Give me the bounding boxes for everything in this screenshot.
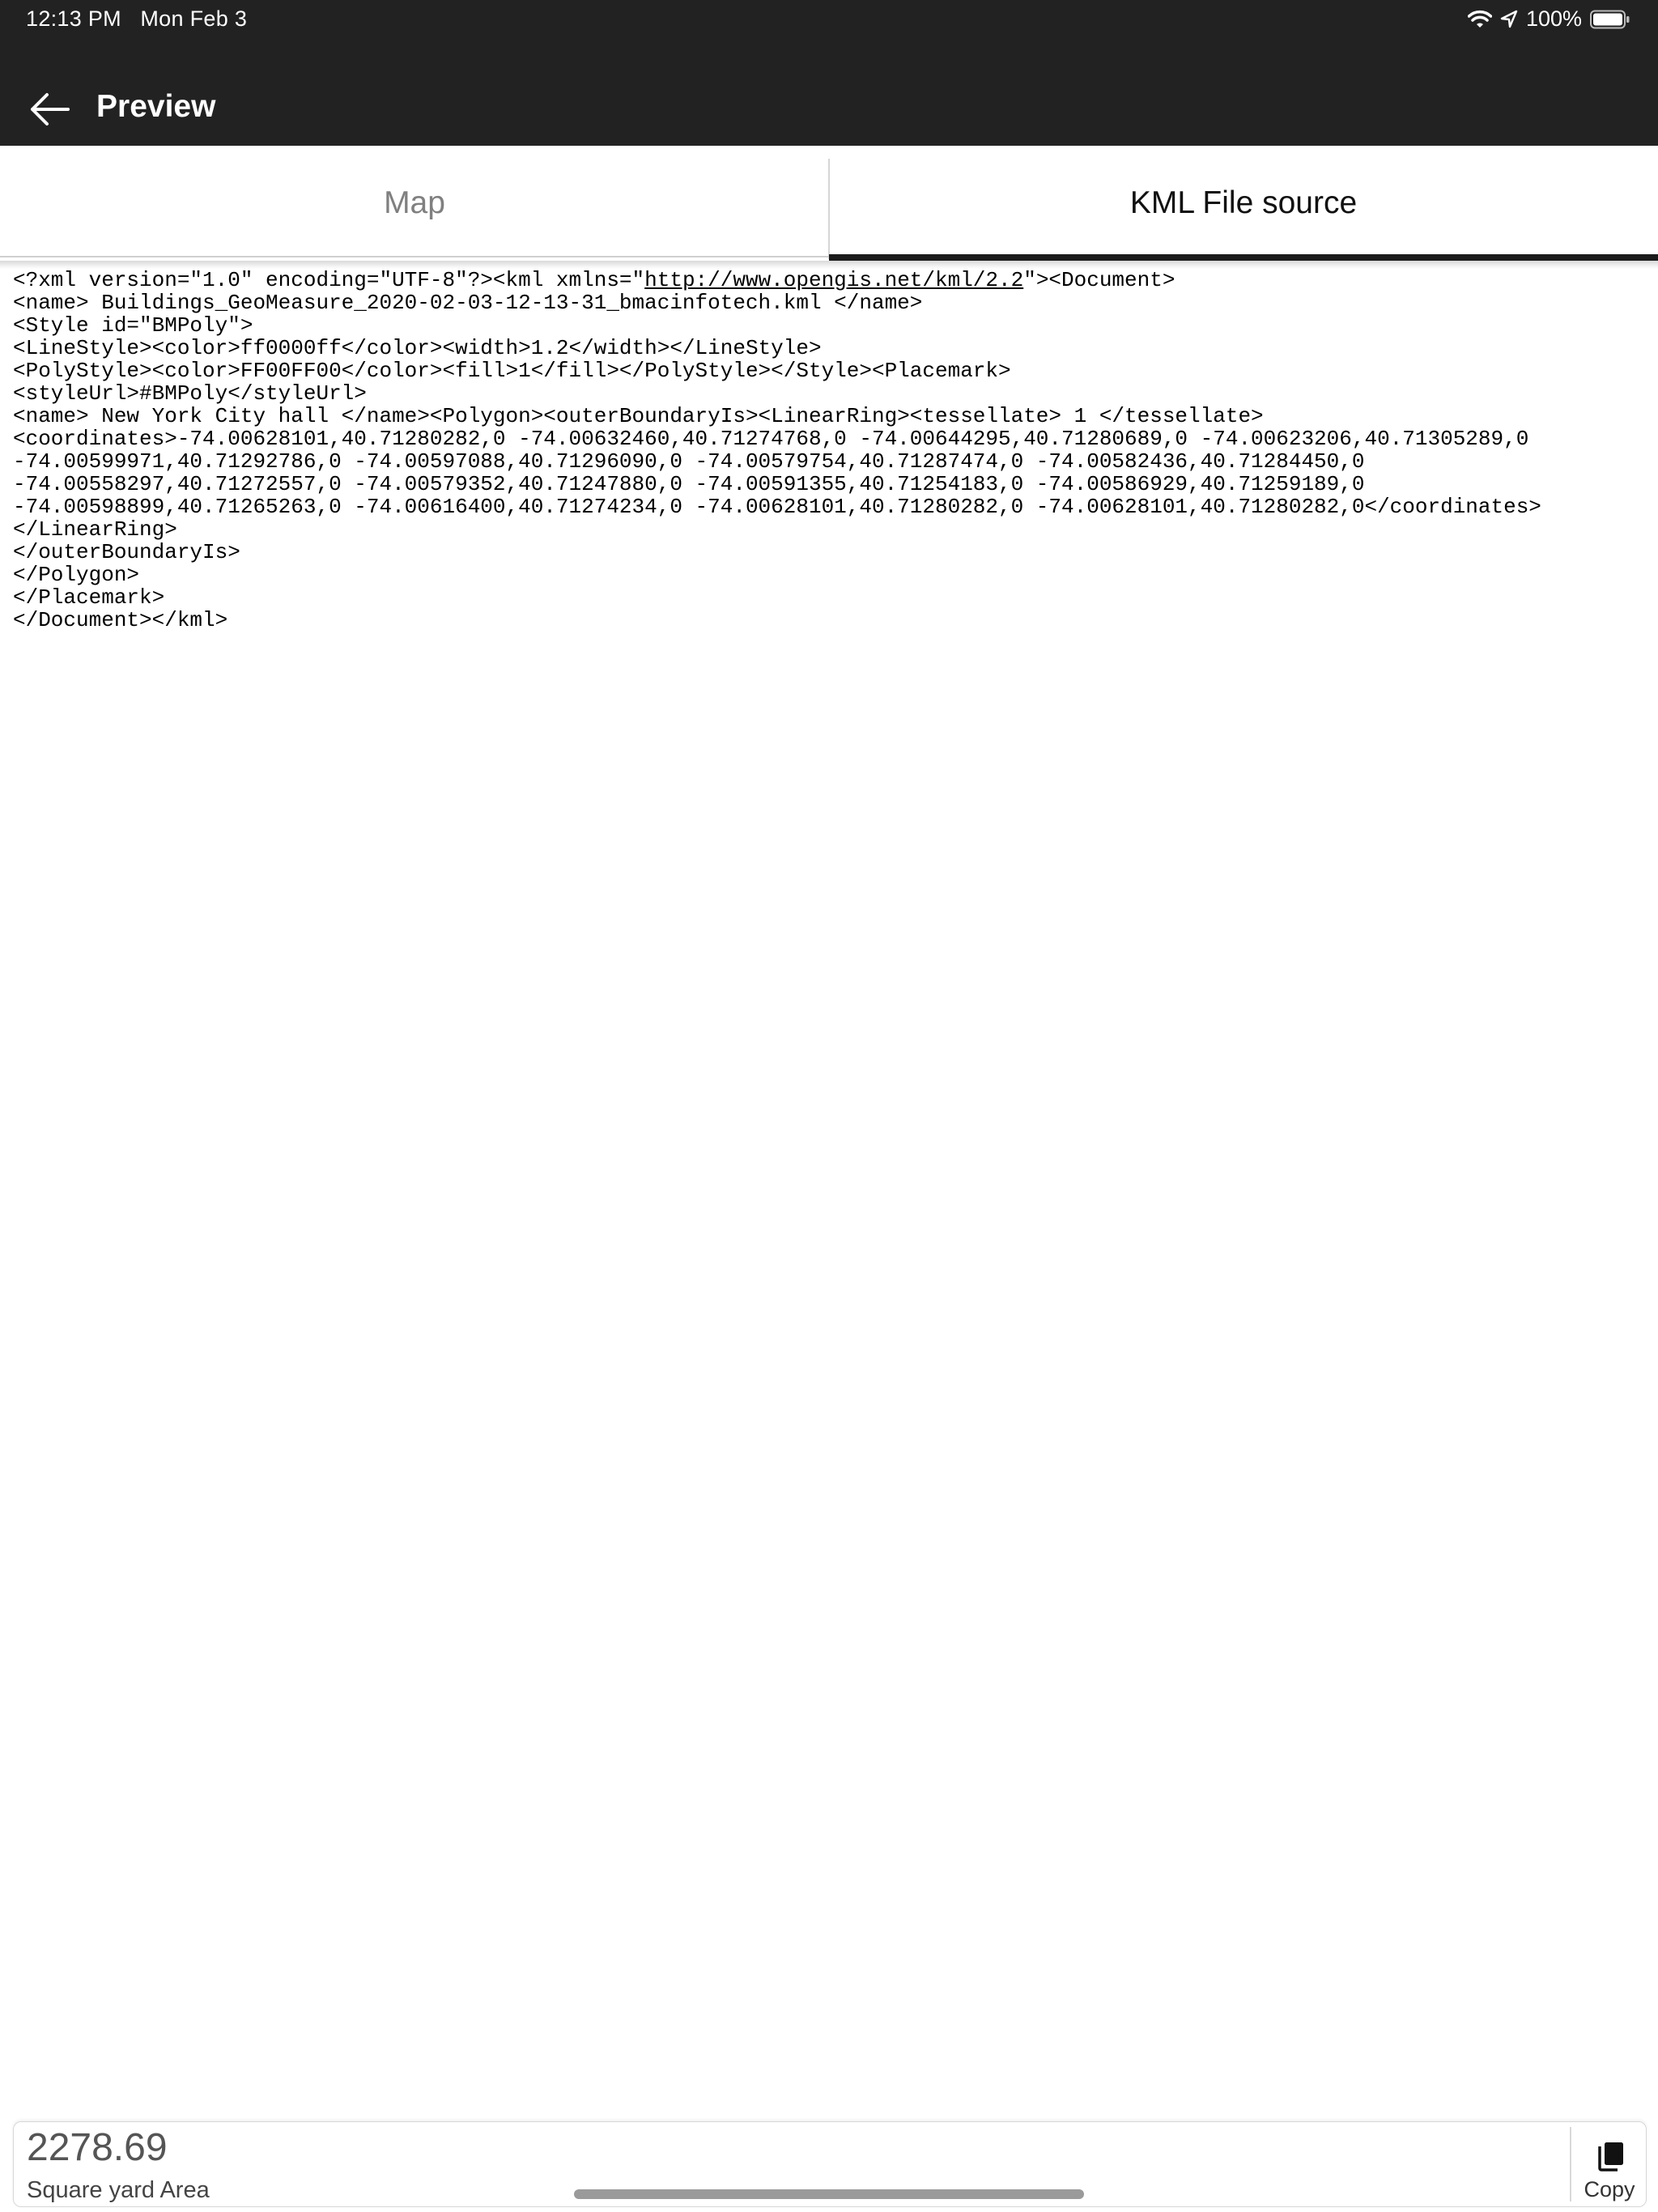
top-bar: 12:13 PM Mon Feb 3 100% Preview (0, 0, 1658, 146)
area-value: 2278.69 (27, 2126, 168, 2169)
home-indicator[interactable] (574, 2189, 1084, 2199)
status-date: Mon Feb 3 (140, 6, 248, 31)
tab-map[interactable]: Map (0, 146, 829, 261)
kml-line1-start: <?xml version="1.0" encoding="UTF-8"?><k… (13, 268, 645, 292)
tab-bar: Map KML File source (0, 146, 1658, 269)
copy-label: Copy (1584, 2177, 1635, 2201)
kml-source-view: <?xml version="1.0" encoding="UTF-8"?><k… (13, 269, 1640, 632)
tab-kml-file-source[interactable]: KML File source (829, 146, 1658, 261)
page-title: Preview (96, 89, 216, 124)
location-arrow-icon (1500, 10, 1518, 28)
arrow-left-icon[interactable] (28, 87, 71, 131)
tab-kml-active-indicator (829, 254, 1658, 261)
copy-divider (1570, 2127, 1571, 2201)
kml-line1-end: "><Document> (1023, 268, 1175, 292)
tab-map-underline (0, 256, 829, 257)
copy-button[interactable]: Copy (1573, 2122, 1646, 2206)
wifi-icon (1467, 10, 1492, 28)
status-time-date: 12:13 PM Mon Feb 3 (26, 6, 247, 32)
copy-icon (1598, 2142, 1623, 2172)
status-time: 12:13 PM (26, 6, 121, 31)
battery-percent: 100% (1525, 6, 1582, 31)
kml-source-body: <name> Buildings_GeoMeasure_2020-02-03-1… (13, 291, 1541, 632)
kml-namespace-link[interactable]: http://www.opengis.net/kml/2.2 (644, 268, 1023, 292)
area-unit-label: Square yard Area (27, 2177, 210, 2203)
battery-icon (1590, 10, 1630, 28)
status-indicators: 100% (1467, 6, 1630, 32)
